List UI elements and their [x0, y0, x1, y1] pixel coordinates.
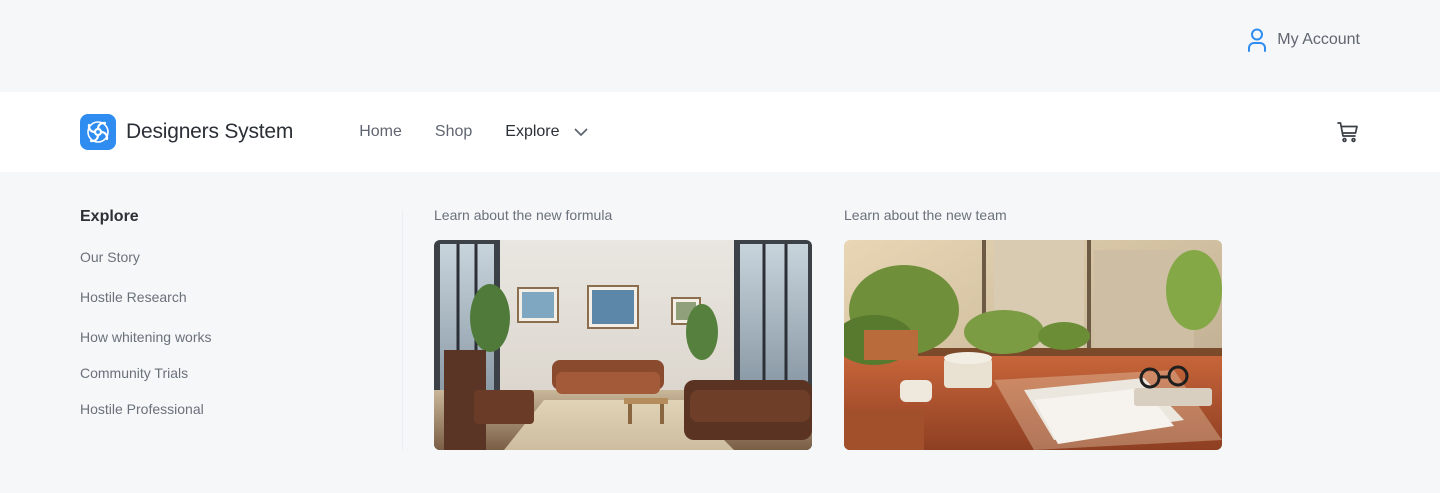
divider: [402, 210, 403, 450]
user-icon: [1246, 28, 1268, 52]
cart-icon[interactable]: [1336, 120, 1360, 144]
my-account-label: My Account: [1277, 31, 1360, 48]
sunny-desk-plants-photo: [844, 240, 1222, 450]
promo-card-label: Learn about the new team: [844, 207, 1007, 223]
menu-item-hostile-professional[interactable]: Hostile Professional: [80, 400, 212, 418]
brand-name: Designers System: [126, 120, 294, 143]
brand-link[interactable]: Designers System: [80, 114, 293, 150]
living-room-photo: [434, 240, 812, 450]
nav-links: Home Shop Explore: [359, 123, 620, 141]
chevron-down-icon: [574, 128, 588, 137]
menu-item-hostile-research[interactable]: Hostile Research: [80, 288, 212, 306]
menu-item-community-trials[interactable]: Community Trials: [80, 364, 212, 382]
nav-shop[interactable]: Shop: [435, 123, 472, 141]
swirl-logo-icon: [80, 114, 116, 150]
explore-list: Our Story Hostile Research How whitening…: [80, 248, 212, 418]
my-account-link[interactable]: My Account: [1246, 28, 1360, 52]
nav-explore[interactable]: Explore: [505, 123, 587, 141]
promo-card-label: Learn about the new formula: [434, 207, 613, 223]
nav-explore-label: Explore: [505, 123, 560, 140]
explore-heading: Explore: [80, 208, 139, 225]
explore-dropdown: Explore Our Story Hostile Research How w…: [0, 172, 1440, 493]
menu-item-our-story[interactable]: Our Story: [80, 248, 212, 266]
menu-item-how-whitening-works[interactable]: How whitening works: [80, 328, 212, 346]
nav-home[interactable]: Home: [359, 123, 402, 141]
promo-card-team[interactable]: Learn about the new team: [844, 206, 1222, 450]
top-bar: My Account: [0, 0, 1440, 92]
promo-card-formula[interactable]: Learn about the new formula: [434, 206, 812, 450]
main-navbar: Designers System Home Shop Explore: [0, 92, 1440, 172]
explore-menu: Explore Our Story Hostile Research How w…: [80, 208, 212, 418]
